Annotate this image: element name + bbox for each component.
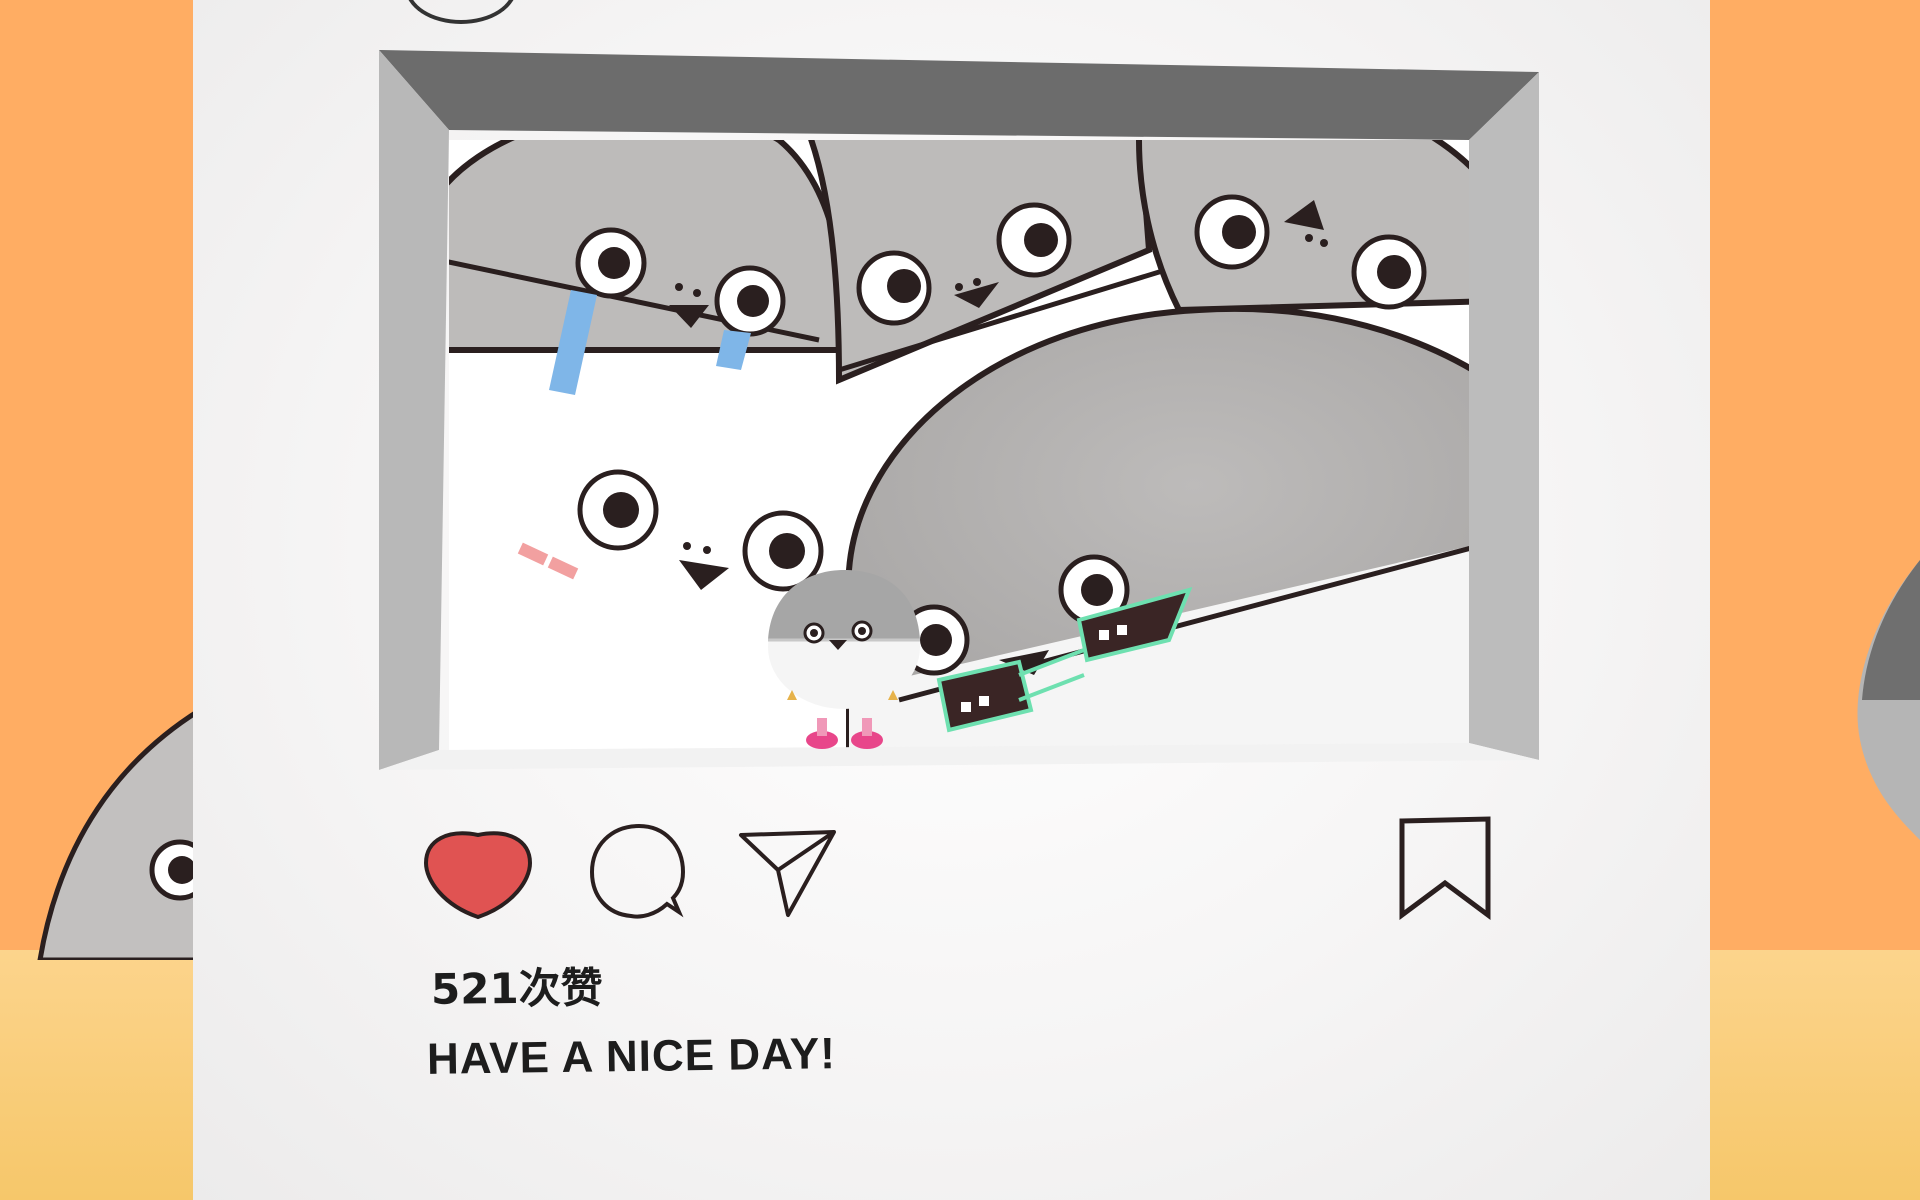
frame-top	[379, 50, 1539, 140]
like-button[interactable]	[423, 825, 533, 925]
speech-bubble-icon	[589, 823, 686, 919]
bookmark-icon	[1399, 816, 1491, 920]
post-caption: HAVE A NICE DAY!	[426, 1029, 837, 1084]
comment-button[interactable]	[589, 820, 687, 924]
frame-right	[1469, 72, 1539, 760]
frame-left	[379, 50, 449, 770]
heart-icon	[423, 831, 533, 920]
post-action-bar	[193, 810, 1710, 920]
likes-count: 521次赞	[430, 963, 603, 1014]
avatar[interactable]	[405, 0, 517, 24]
post-photo[interactable]	[379, 50, 1549, 770]
save-button[interactable]	[1398, 815, 1493, 920]
background-creature-right	[1857, 560, 1920, 840]
paper-plane-icon	[739, 830, 836, 917]
share-button[interactable]	[738, 820, 838, 920]
background-creature-left	[37, 707, 200, 960]
post-card: 521次赞 HAVE A NICE DAY!	[193, 0, 1710, 1200]
